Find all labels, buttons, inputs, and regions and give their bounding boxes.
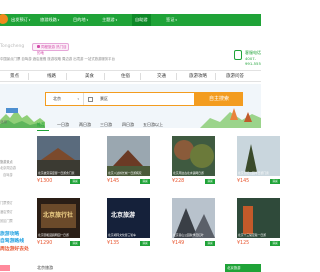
category-tab[interactable]: 旅游攻略 bbox=[189, 71, 207, 82]
ad-line: 旅游攻略 bbox=[0, 232, 20, 237]
logo[interactable] bbox=[0, 14, 8, 24]
product-price: ¥135 bbox=[107, 241, 120, 246]
product-image: 北京旅游 北京胡同文化游三轮车 bbox=[107, 198, 150, 238]
product-image: 北京故宫深度游一日游含门票 bbox=[37, 136, 80, 176]
product-tag: 满减 bbox=[205, 179, 215, 184]
product-caption: 北京胡同文化游三轮车 bbox=[108, 233, 136, 237]
tab-recommend[interactable]: 推荐 bbox=[37, 122, 45, 128]
search-icon bbox=[88, 96, 93, 102]
search-scope-select[interactable]: 北京 ▾ bbox=[46, 93, 84, 105]
product-tag: 满减 bbox=[70, 241, 80, 246]
nav-item-5[interactable]: 自助游 bbox=[132, 14, 151, 26]
product-image: 北京十三陵定陵一日游 bbox=[237, 198, 280, 238]
sidebar-link[interactable]: 自驾游 bbox=[3, 172, 13, 177]
product-image: 北京香山公园秋季赏红叶 bbox=[172, 198, 215, 238]
footer-banner[interactable]: 北京旅游 bbox=[225, 264, 261, 272]
nav-item-4[interactable]: 主题游▾ bbox=[102, 14, 117, 26]
ad-line: 自驾游路线 bbox=[0, 239, 24, 244]
category-tab[interactable]: 线路 bbox=[47, 71, 56, 82]
product-caption: 北京天坛公园半日游门票 bbox=[238, 171, 269, 175]
product-tag: 满减 bbox=[205, 241, 215, 246]
product-price: ¥1300 bbox=[37, 179, 53, 184]
product-tag: 满减 bbox=[140, 241, 150, 246]
divider bbox=[66, 73, 67, 80]
footer-title: 北京旅游 bbox=[37, 265, 53, 270]
product-tag: 满减 bbox=[140, 179, 150, 184]
header-note: 中国景点门票 自驾游 酒店度假 旅游攻略 周边游 出境游 一站式旅游服务平台 bbox=[0, 57, 115, 61]
product-caption: 北京香山公园秋季赏红叶 bbox=[173, 233, 204, 237]
product-price: ¥1290 bbox=[37, 241, 53, 246]
sign-text: 北京旅游 bbox=[111, 212, 136, 219]
category-tab[interactable]: 住宿 bbox=[121, 71, 130, 82]
search-button[interactable]: 自主搜索 bbox=[195, 92, 243, 106]
phone-icon bbox=[234, 50, 242, 60]
sign-text: 北京旅行社 bbox=[43, 212, 74, 219]
product-caption: 北京周边古北水镇两日游 bbox=[173, 171, 204, 175]
divider bbox=[104, 73, 105, 80]
sidebar-ad[interactable]: 旅游攻略 自驾游路线 周边游好去处 bbox=[0, 226, 34, 256]
product-price: ¥145 bbox=[237, 179, 250, 184]
product-tag: 满减 bbox=[270, 179, 280, 184]
tab-2-day[interactable]: 两日游 bbox=[79, 122, 91, 128]
chevron-down-icon: ▾ bbox=[86, 18, 89, 22]
search-box: 北京 ▾ bbox=[45, 92, 195, 106]
divider bbox=[176, 73, 177, 80]
product-price: ¥149 bbox=[172, 241, 185, 246]
divider bbox=[28, 73, 29, 80]
active-tab-indicator bbox=[37, 130, 49, 131]
chevron-down-icon: ▾ bbox=[57, 18, 60, 22]
product-image: 北京天坛公园半日游门票 bbox=[237, 136, 280, 176]
sidebar-link[interactable]: 酒店预订 bbox=[0, 209, 13, 214]
category-tab[interactable]: 景点 bbox=[10, 71, 19, 82]
category-tabs: 景点 线路 美食 住宿 交通 旅游攻略 旅游问答 bbox=[0, 70, 261, 82]
product-image: 北京旅行社 北京颐和园圆明园一日游 bbox=[37, 198, 80, 238]
divider bbox=[215, 73, 216, 80]
tab-3-day[interactable]: 三日游 bbox=[100, 122, 112, 128]
tab-4-day[interactable]: 四日游 bbox=[122, 122, 134, 128]
duration-filter-tabs: 推荐 一日游 两日游 三日游 四日游 五日游以上 bbox=[37, 122, 261, 132]
category-tab[interactable]: 旅游问答 bbox=[226, 71, 244, 82]
tab-5-day-plus[interactable]: 五日游以上 bbox=[143, 122, 163, 128]
product-caption: 北京故宫深度游一日游含门票 bbox=[38, 171, 75, 175]
footer-decoration bbox=[0, 265, 10, 271]
nav-item-6[interactable]: 签证▾ bbox=[166, 14, 177, 26]
divider bbox=[140, 73, 141, 80]
product-image: 北京周边古北水镇两日游 bbox=[172, 136, 215, 176]
product-tag: 满减 bbox=[70, 179, 80, 184]
product-image: 北京八达岭长城一日游纯玩 bbox=[107, 136, 150, 176]
badge-icon bbox=[37, 45, 40, 48]
nav-item-3[interactable]: 目的地▾ bbox=[73, 14, 88, 26]
category-tab[interactable]: 交通 bbox=[157, 71, 166, 82]
sidebar-link[interactable]: 景区门票 bbox=[0, 218, 13, 223]
product-caption: 北京八达岭长城一日游纯玩 bbox=[108, 171, 142, 175]
ad-line: 周边游好去处 bbox=[0, 247, 29, 252]
product-price: ¥228 bbox=[172, 179, 185, 184]
nav-item-1[interactable]: 出发预订▾ bbox=[11, 14, 30, 26]
product-tag: 满减 bbox=[270, 241, 280, 246]
category-tab[interactable]: 美食 bbox=[85, 71, 94, 82]
nav-item-2[interactable]: 旅游线路▾ bbox=[40, 14, 59, 26]
product-caption: 北京十三陵定陵一日游 bbox=[238, 233, 266, 237]
chevron-down-icon: ▾ bbox=[77, 97, 79, 101]
sidebar-link[interactable]: 门票预订 bbox=[0, 200, 13, 205]
chevron-down-icon: ▾ bbox=[115, 18, 118, 22]
sidebar-link[interactable]: 北京周边游 bbox=[0, 165, 16, 170]
tab-1-day[interactable]: 一日游 bbox=[57, 122, 69, 128]
promo-badge[interactable]: 同程旅游 热门目的地 bbox=[32, 43, 69, 55]
top-navigation: 出发预订▾ 旅游线路▾ 目的地▾ 主题游▾ 自助游 签证▾ bbox=[0, 14, 261, 26]
site-name: Tongcheng bbox=[0, 44, 25, 49]
phone-number: 4007-991-555 bbox=[245, 56, 261, 66]
product-caption: 北京颐和园圆明园一日游 bbox=[38, 233, 69, 237]
chevron-down-icon: ▾ bbox=[28, 18, 31, 22]
product-price: ¥145 bbox=[107, 179, 120, 184]
city-label[interactable]: 北京 bbox=[0, 120, 7, 125]
product-price: ¥125 bbox=[237, 241, 250, 246]
search-input[interactable] bbox=[94, 93, 194, 105]
chevron-down-icon: ▾ bbox=[175, 18, 177, 22]
sidebar-link[interactable]: 旅游景点 bbox=[0, 159, 13, 164]
